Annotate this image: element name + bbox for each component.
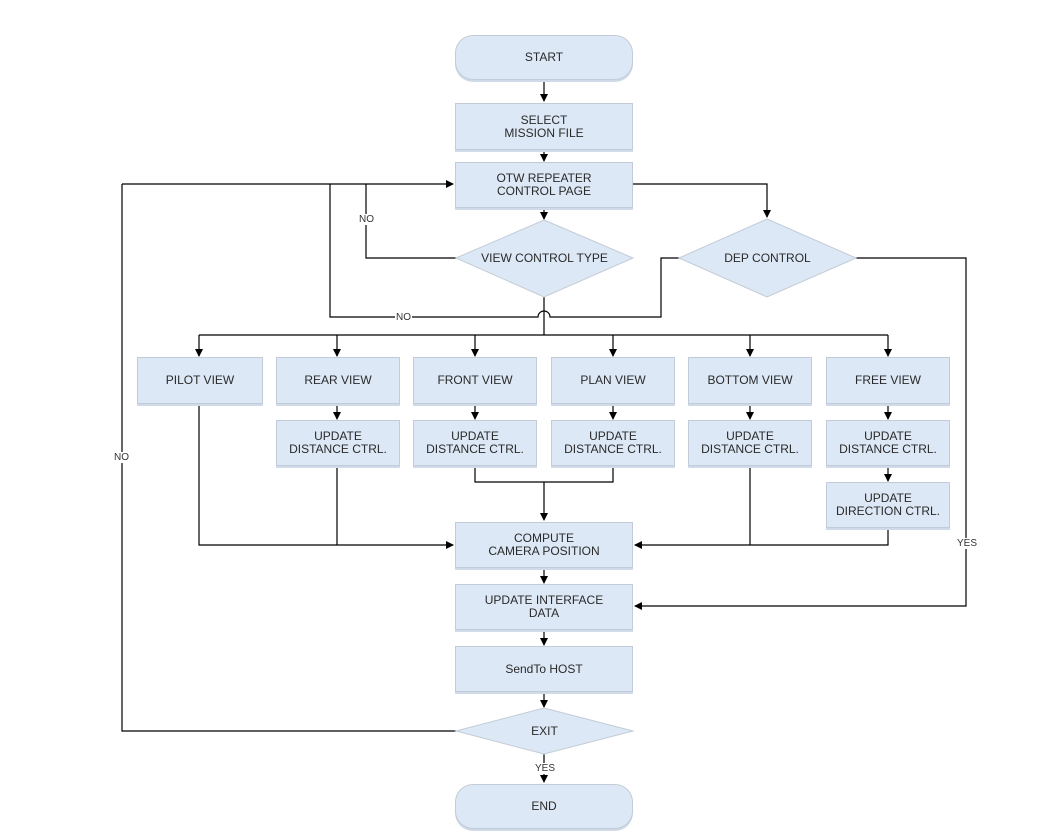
rear-view-process: REAR VIEW	[276, 357, 400, 404]
plan-view-process: PLAN VIEW	[551, 357, 675, 404]
dep-no-label: NO	[395, 312, 412, 323]
plan-update-distance-process: UPDATE DISTANCE CTRL.	[551, 420, 675, 466]
compute-camera-position-process: COMPUTE CAMERA POSITION	[455, 522, 633, 568]
edge-otw-dep	[633, 183, 771, 218]
pilot-view-process: PILOT VIEW	[137, 357, 263, 404]
view-control-type-label: VIEW CONTROL TYPE	[481, 250, 608, 265]
rear-update-distance-process: UPDATE DISTANCE CTRL.	[276, 420, 400, 466]
edge-viewtype-no	[365, 184, 456, 259]
free-update-distance-process: UPDATE DISTANCE CTRL.	[826, 420, 950, 466]
front-view-process: FRONT VIEW	[413, 357, 537, 404]
send-to-host-process: SendTo HOST	[455, 646, 633, 692]
flowchart-canvas: START SELECT MISSION FILE OTW REPEATER C…	[0, 0, 1039, 836]
update-interface-data-process: UPDATE INTERFACE DATA	[455, 584, 633, 630]
front-update-distance-process: UPDATE DISTANCE CTRL.	[413, 420, 537, 466]
free-update-direction-process: UPDATE DIRECTION CTRL.	[826, 482, 950, 528]
start-terminal: START	[455, 35, 633, 80]
select-mission-file-process: SELECT MISSION FILE	[455, 103, 633, 150]
exit-label: EXIT	[531, 723, 558, 738]
bottom-view-process: BOTTOM VIEW	[688, 357, 812, 404]
dep-control-label: DEP CONTROL	[724, 250, 811, 265]
exit-no-label: NO	[113, 452, 130, 463]
dep-yes-label: YES	[956, 538, 979, 549]
end-terminal: END	[455, 784, 633, 829]
free-view-process: FREE VIEW	[826, 357, 950, 404]
bottom-update-distance-process: UPDATE DISTANCE CTRL.	[688, 420, 812, 466]
exit-yes-label: YES	[534, 763, 557, 774]
otw-control-page-process: OTW REPEATER CONTROL PAGE	[455, 162, 633, 208]
view-type-no-label: NO	[358, 214, 375, 225]
